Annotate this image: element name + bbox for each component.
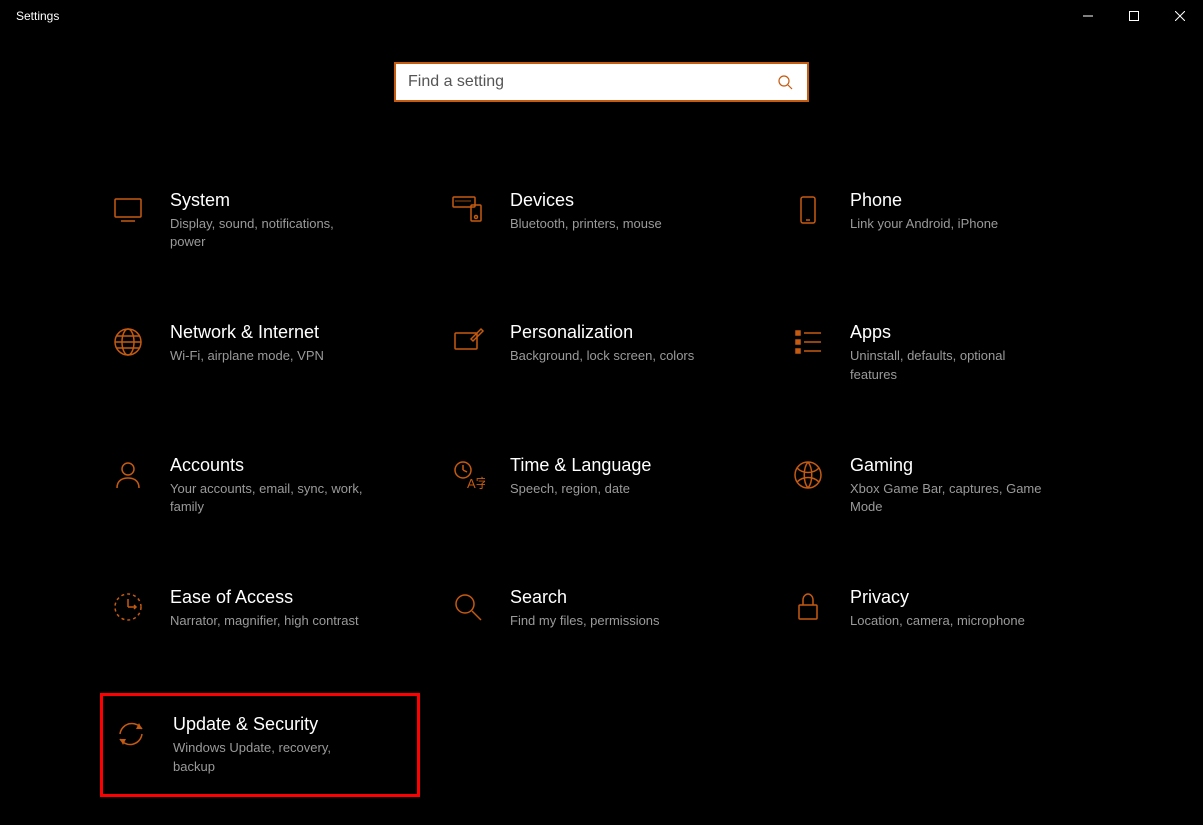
tile-ease-of-access[interactable]: Ease of Access Narrator, magnifier, high… xyxy=(100,579,420,638)
tile-time-language[interactable]: A字 Time & Language Speech, region, date xyxy=(440,447,760,524)
tile-network[interactable]: Network & Internet Wi-Fi, airplane mode,… xyxy=(100,314,420,391)
tile-title: Update & Security xyxy=(173,714,373,735)
tile-desc: Wi-Fi, airplane mode, VPN xyxy=(170,347,324,365)
titlebar: Settings xyxy=(0,0,1203,32)
system-icon xyxy=(108,190,148,230)
tile-update-security[interactable]: Update & Security Windows Update, recove… xyxy=(100,693,420,796)
tile-title: Privacy xyxy=(850,587,1025,608)
tile-personalization[interactable]: Personalization Background, lock screen,… xyxy=(440,314,760,391)
gaming-icon xyxy=(788,455,828,495)
minimize-icon xyxy=(1083,11,1093,21)
tile-desc: Link your Android, iPhone xyxy=(850,215,998,233)
tile-devices[interactable]: Devices Bluetooth, printers, mouse xyxy=(440,182,760,259)
tile-title: Network & Internet xyxy=(170,322,324,343)
apps-icon xyxy=(788,322,828,362)
tile-title: Devices xyxy=(510,190,662,211)
tile-title: System xyxy=(170,190,370,211)
svg-text:A字: A字 xyxy=(467,476,485,491)
maximize-icon xyxy=(1129,11,1139,21)
close-button[interactable] xyxy=(1157,0,1203,32)
settings-grid: System Display, sound, notifications, po… xyxy=(0,102,1203,825)
tile-desc: Location, camera, microphone xyxy=(850,612,1025,630)
tile-title: Search xyxy=(510,587,660,608)
tile-desc: Xbox Game Bar, captures, Game Mode xyxy=(850,480,1050,516)
tile-phone[interactable]: Phone Link your Android, iPhone xyxy=(780,182,1100,259)
tile-desc: Find my files, permissions xyxy=(510,612,660,630)
tile-privacy[interactable]: Privacy Location, camera, microphone xyxy=(780,579,1100,638)
search-input[interactable] xyxy=(408,73,775,91)
tile-desc: Narrator, magnifier, high contrast xyxy=(170,612,359,630)
tile-desc: Windows Update, recovery, backup xyxy=(173,739,373,775)
tile-title: Personalization xyxy=(510,322,694,343)
tile-title: Gaming xyxy=(850,455,1050,476)
tile-title: Accounts xyxy=(170,455,370,476)
tile-title: Ease of Access xyxy=(170,587,359,608)
globe-icon xyxy=(108,322,148,362)
maximize-button[interactable] xyxy=(1111,0,1157,32)
devices-icon xyxy=(448,190,488,230)
tile-search[interactable]: Search Find my files, permissions xyxy=(440,579,760,638)
update-icon xyxy=(111,714,151,754)
tile-desc: Background, lock screen, colors xyxy=(510,347,694,365)
search-tile-icon xyxy=(448,587,488,627)
tile-desc: Your accounts, email, sync, work, family xyxy=(170,480,370,516)
tile-title: Apps xyxy=(850,322,1050,343)
search-icon xyxy=(775,72,795,92)
paint-icon xyxy=(448,322,488,362)
tile-accounts[interactable]: Accounts Your accounts, email, sync, wor… xyxy=(100,447,420,524)
tile-desc: Bluetooth, printers, mouse xyxy=(510,215,662,233)
time-language-icon: A字 xyxy=(448,455,488,495)
search-container xyxy=(0,62,1203,102)
window-controls xyxy=(1065,0,1203,32)
tile-gaming[interactable]: Gaming Xbox Game Bar, captures, Game Mod… xyxy=(780,447,1100,524)
tile-desc: Speech, region, date xyxy=(510,480,651,498)
search-box[interactable] xyxy=(394,62,809,102)
tile-apps[interactable]: Apps Uninstall, defaults, optional featu… xyxy=(780,314,1100,391)
tile-title: Time & Language xyxy=(510,455,651,476)
phone-icon xyxy=(788,190,828,230)
tile-desc: Display, sound, notifications, power xyxy=(170,215,370,251)
lock-icon xyxy=(788,587,828,627)
close-icon xyxy=(1175,11,1185,21)
tile-system[interactable]: System Display, sound, notifications, po… xyxy=(100,182,420,259)
person-icon xyxy=(108,455,148,495)
minimize-button[interactable] xyxy=(1065,0,1111,32)
ease-of-access-icon xyxy=(108,587,148,627)
window-title: Settings xyxy=(16,9,59,23)
tile-desc: Uninstall, defaults, optional features xyxy=(850,347,1050,383)
tile-title: Phone xyxy=(850,190,998,211)
